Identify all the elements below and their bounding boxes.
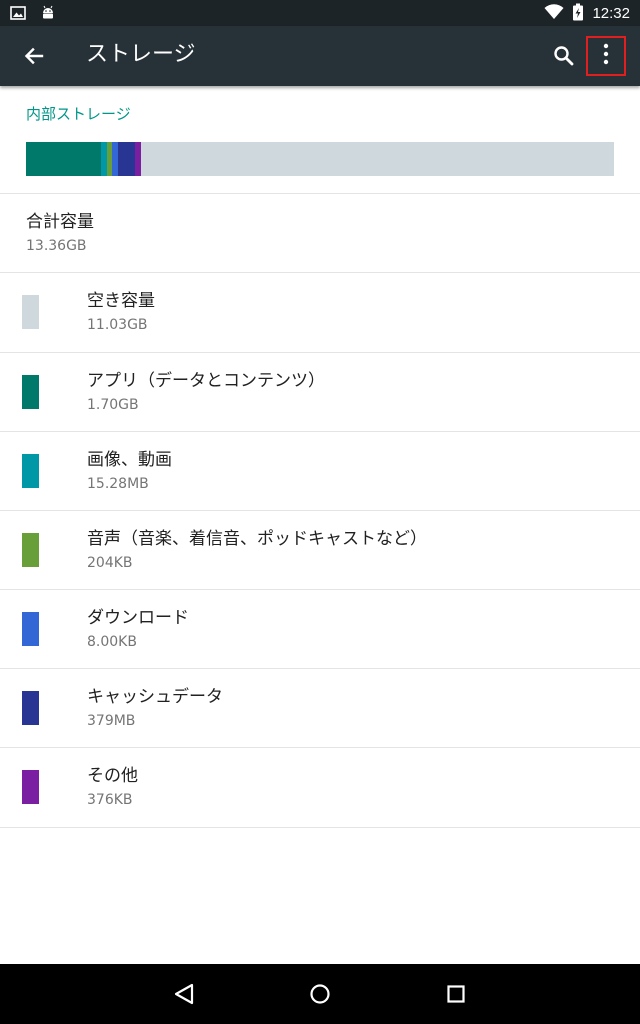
storage-item-label: 空き容量 [87, 291, 155, 311]
storage-item-label: 画像、動画 [87, 450, 172, 470]
system-nav-bar [0, 964, 640, 1024]
storage-item-size: 8.00KB [87, 634, 137, 650]
storage-item-label: アプリ（データとコンテンツ） [87, 371, 325, 391]
storage-item-downloads[interactable]: ダウンロード 8.00KB [0, 590, 640, 669]
storage-bar-segment [134, 142, 142, 176]
storage-item-size: 15.28MB [87, 476, 149, 492]
storage-item-size: 379MB [87, 713, 136, 729]
storage-usage-bar [26, 142, 614, 176]
total-capacity-value: 13.36GB [26, 238, 87, 254]
total-capacity: 合計容量 13.36GB [26, 210, 94, 256]
divider [0, 827, 640, 828]
color-swatch [22, 533, 39, 567]
storage-item-label: その他 [87, 766, 138, 786]
app-toolbar: ストレージ [0, 26, 640, 86]
storage-bar-segment [118, 142, 135, 176]
storage-item-size: 1.70GB [87, 397, 139, 413]
internal-storage-header: 内部ストレージ [26, 105, 131, 123]
back-triangle-icon[interactable] [170, 980, 198, 1008]
storage-item-free[interactable]: 空き容量 11.03GB [0, 273, 640, 352]
divider [0, 193, 640, 194]
wifi-icon [544, 4, 564, 24]
total-capacity-label: 合計容量 [26, 212, 94, 232]
android-icon [40, 4, 56, 24]
status-bar: 12:32 [0, 0, 640, 26]
storage-item-apps[interactable]: アプリ（データとコンテンツ） 1.70GB [0, 353, 640, 432]
clock: 12:32 [592, 5, 630, 22]
color-swatch [22, 295, 39, 329]
image-icon [10, 5, 26, 24]
recents-square-icon[interactable] [442, 980, 470, 1008]
storage-item-cache[interactable]: キャッシュデータ 379MB [0, 669, 640, 748]
color-swatch [22, 770, 39, 804]
storage-item-label: キャッシュデータ [87, 687, 223, 707]
storage-bar-segment [26, 142, 101, 176]
search-icon[interactable] [550, 42, 578, 70]
storage-item-audio[interactable]: 音声（音楽、着信音、ポッドキャストなど） 204KB [0, 511, 640, 590]
storage-item-other[interactable]: その他 376KB [0, 748, 640, 827]
color-swatch [22, 691, 39, 725]
storage-item-size: 204KB [87, 555, 133, 571]
storage-item-images-videos[interactable]: 画像、動画 15.28MB [0, 432, 640, 511]
page-title: ストレージ [86, 42, 196, 67]
storage-item-size: 376KB [87, 792, 133, 808]
color-swatch [22, 375, 39, 409]
storage-item-size: 11.03GB [87, 317, 148, 333]
storage-item-label: ダウンロード [87, 608, 189, 628]
color-swatch [22, 454, 39, 488]
more-vert-icon [602, 43, 610, 69]
more-options-button[interactable] [586, 36, 626, 76]
home-circle-icon[interactable] [306, 980, 334, 1008]
storage-item-label: 音声（音楽、着信音、ポッドキャストなど） [87, 529, 427, 549]
arrow-back-icon[interactable] [20, 42, 48, 70]
battery-icon [572, 3, 584, 25]
color-swatch [22, 612, 39, 646]
